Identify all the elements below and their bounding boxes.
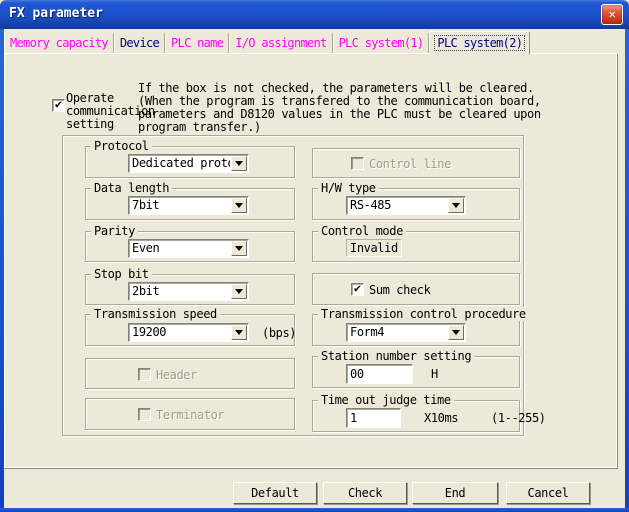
sum-check-group: ✔ Sum check [312,273,520,305]
data-length-group: Data length 7bit [85,188,295,220]
protocol-value: Dedicated protoco [132,157,230,170]
cancel-button[interactable]: Cancel [506,482,590,504]
station-number-input[interactable] [346,364,413,384]
time-out-range-label: (1--255) [491,412,546,425]
parity-label: Parity [91,224,138,238]
data-length-dropdown[interactable]: 7bit [128,196,249,215]
stop-bit-value: 2bit [132,285,230,298]
control-line-checkbox [351,157,364,170]
data-length-label: Data length [91,181,172,195]
transmission-speed-value: 19200 [132,326,230,339]
tab-plc-system-2[interactable]: PLC system(2) [429,31,530,55]
end-button[interactable]: End [412,482,498,504]
check-icon: ✔ [55,97,62,111]
station-number-setting-group: Station number setting H [312,356,520,388]
hw-type-group: H/W type RS-485 [312,188,520,220]
station-number-unit-label: H [431,368,438,381]
transmission-speed-dropdown[interactable]: 19200 [128,323,249,342]
close-icon: ✕ [609,7,616,21]
terminator-checkbox [138,408,151,421]
terminator-label: Terminator [156,409,224,422]
transmission-control-procedure-dropdown[interactable]: Form4 [346,323,466,342]
sum-check-label: Sum check [369,284,430,297]
hw-type-dropdown[interactable]: RS-485 [346,196,466,215]
window-frame-right [625,28,629,512]
control-mode-label: Control mode [318,224,406,238]
control-line-group: Control line [312,148,520,178]
header-checkbox [138,368,151,381]
tab-memory-capacity[interactable]: Memory capacity [4,33,114,53]
control-mode-group: Control mode Invalid [312,231,520,262]
dropdown-arrow-icon[interactable] [448,198,464,213]
header-label: Header [156,369,197,382]
title-bar: FX parameter ✕ [0,0,629,29]
tab-strip: Memory capacity Device PLC name I/O assi… [4,31,530,53]
tab-plc-system-1[interactable]: PLC system(1) [333,33,430,53]
dropdown-arrow-icon[interactable] [231,325,247,340]
data-length-value: 7bit [132,199,230,212]
transmission-control-procedure-label: Transmission control procedure [318,307,529,321]
hw-type-value: RS-485 [350,199,447,212]
notice-line-4: program transfer.) [138,121,261,134]
dropdown-arrow-icon[interactable] [448,325,464,340]
transmission-control-procedure-group: Transmission control procedure Form4 [312,314,520,346]
dropdown-arrow-icon[interactable] [231,284,247,299]
dropdown-arrow-icon[interactable] [231,156,247,171]
transmission-control-procedure-value: Form4 [350,326,447,339]
bps-unit-label: (bps) [262,327,296,340]
protocol-dropdown[interactable]: Dedicated protoco [128,154,249,173]
parity-dropdown[interactable]: Even [128,239,249,258]
time-out-judge-time-label: Time out judge time [318,393,454,407]
stop-bit-label: Stop bit [91,267,152,281]
tab-plc-name[interactable]: PLC name [165,33,229,53]
hw-type-label: H/W type [318,181,379,195]
tab-io-assignment[interactable]: I/O assignment [229,33,332,53]
fx-parameter-dialog: FX parameter ✕ Memory capacity Device PL… [0,0,629,512]
check-icon: ✔ [354,281,361,295]
window-frame-left [0,28,4,512]
check-button[interactable]: Check [323,482,407,504]
time-out-judge-time-group: Time out judge time X10ms (1--255) [312,400,520,432]
transmission-speed-group: Transmission speed 19200 (bps) [85,314,295,346]
operate-communication-setting-checkbox[interactable]: ✔ [52,99,65,112]
default-button[interactable]: Default [233,482,317,504]
control-mode-value: Invalid [346,239,402,257]
parity-value: Even [132,242,230,255]
transmission-speed-label: Transmission speed [91,307,220,321]
terminator-group: Terminator [85,398,295,430]
window-title: FX parameter [9,6,103,21]
stop-bit-group: Stop bit 2bit [85,274,295,305]
time-out-input[interactable] [346,408,401,428]
sum-check-checkbox[interactable]: ✔ [351,283,364,296]
stop-bit-dropdown[interactable]: 2bit [128,282,249,301]
control-line-label: Control line [369,158,451,171]
header-group: Header [85,358,295,389]
tab-device[interactable]: Device [114,33,165,53]
protocol-label: Protocol [91,139,152,153]
protocol-group: Protocol Dedicated protoco [85,146,295,178]
close-button[interactable]: ✕ [601,4,623,25]
station-number-setting-label: Station number setting [318,349,474,363]
dropdown-arrow-icon[interactable] [231,241,247,256]
parity-group: Parity Even [85,231,295,262]
time-out-unit-label: X10ms [424,412,458,425]
dropdown-arrow-icon[interactable] [231,198,247,213]
tab-plc-system-2-label: PLC system(2) [434,35,525,51]
window-frame-bottom [0,508,629,512]
